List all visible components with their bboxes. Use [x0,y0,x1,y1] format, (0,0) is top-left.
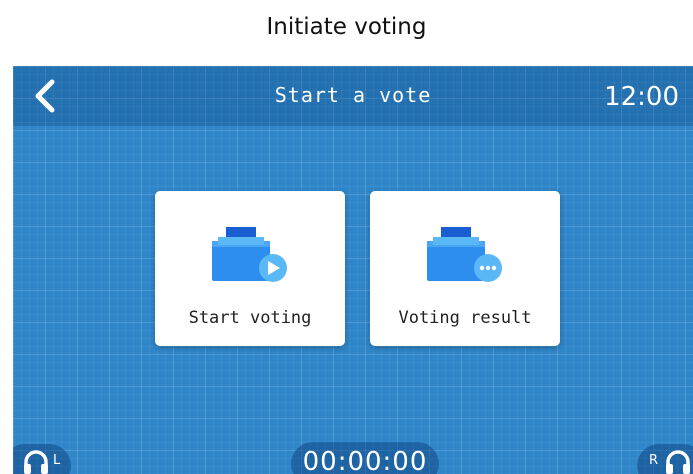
page-title: Start a vote [274,83,432,107]
start-voting-label: Start voting [188,308,312,328]
back-button[interactable] [25,76,65,116]
ballot-box-more-icon [427,227,502,282]
left-headphone-control[interactable]: L [13,444,71,474]
headphones-icon [24,450,48,474]
left-channel-label: L [53,453,61,468]
clock: 12:00 [604,82,679,112]
voting-result-button[interactable]: Voting result [370,191,560,346]
right-headphone-control[interactable]: R [637,444,693,474]
chevron-left-icon [35,79,55,113]
top-bar: Start a vote 12:00 [13,66,693,126]
voting-result-label: Voting result [398,308,532,328]
figure-caption: Initiate voting [266,14,427,40]
ballot-box-play-icon [212,227,287,282]
start-voting-button[interactable]: Start voting [155,191,345,346]
device-screen: Start a vote 12:00 Start voting Voting r… [13,66,693,474]
session-timer: 00:00:00 [291,442,439,474]
right-channel-label: R [649,453,659,468]
headphones-icon [666,450,690,474]
